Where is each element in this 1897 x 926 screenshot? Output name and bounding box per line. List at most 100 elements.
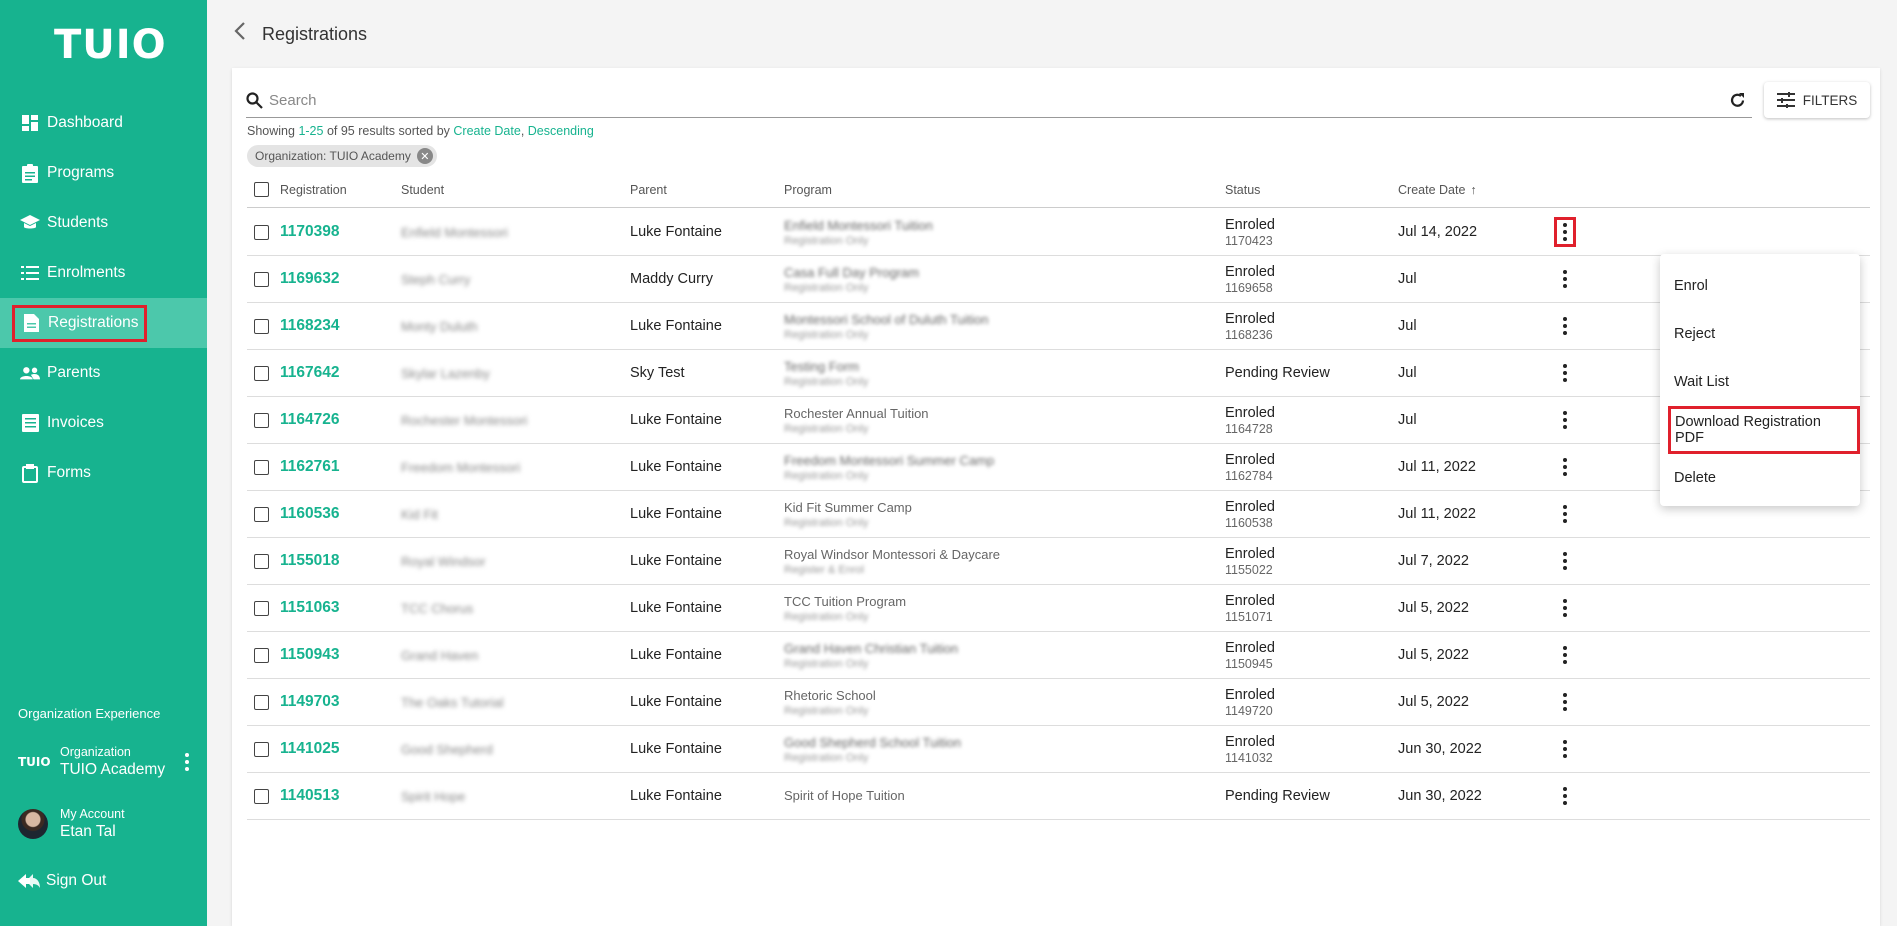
registration-id-link[interactable]: 1167642 (280, 364, 340, 382)
more-vert-icon[interactable] (1563, 411, 1567, 429)
table-row[interactable]: 1140513 Spirit Hope Luke Fontaine Spirit… (247, 773, 1870, 820)
student-name: The Oaks Tutorial (401, 694, 504, 710)
more-vert-icon[interactable] (1563, 740, 1567, 758)
row-checkbox[interactable] (254, 224, 269, 240)
my-account[interactable]: My Account Etan Tal (18, 807, 125, 841)
sidebar-item-parents[interactable]: Parents (0, 348, 207, 398)
status-cell: Enroled 1162784 (1225, 444, 1275, 490)
registration-id-link[interactable]: 1160536 (280, 505, 340, 523)
student-name: Royal Windsor (401, 553, 486, 569)
table-row[interactable]: 1150943 Grand Haven Luke Fontaine Grand … (247, 632, 1870, 679)
graduation-cap-icon (20, 213, 40, 233)
table-row[interactable]: 1170398 Enfield Montessori Luke Fontaine… (247, 209, 1870, 256)
registration-id-link[interactable]: 1168234 (280, 317, 340, 335)
sort-direction-link[interactable]: Descending (528, 124, 594, 138)
table-row[interactable]: 1141025 Good Shepherd Luke Fontaine Good… (247, 726, 1870, 773)
menu-item-wait-list[interactable]: Wait List (1660, 358, 1860, 406)
status-id: 1168236 (1225, 327, 1273, 342)
row-checkbox[interactable] (254, 506, 269, 522)
sidebar-item-students[interactable]: Students (0, 198, 207, 248)
back-arrow-icon[interactable] (234, 22, 246, 46)
sidebar-item-registrations[interactable]: Registrations (0, 298, 207, 348)
menu-item-delete[interactable]: Delete (1660, 454, 1860, 502)
registration-id-link[interactable]: 1170398 (280, 223, 340, 241)
create-date: Jun 30, 2022 (1398, 788, 1482, 804)
registration-id-link[interactable]: 1140513 (280, 787, 340, 805)
row-checkbox[interactable] (254, 600, 269, 616)
registration-id-link[interactable]: 1149703 (280, 693, 340, 711)
sidebar-nav: Dashboard Programs Students Enrolments R… (0, 98, 207, 498)
filters-button[interactable]: FILTERS (1764, 82, 1870, 118)
sort-field-link[interactable]: Create Date (453, 124, 520, 138)
col-program[interactable]: Program (784, 172, 832, 207)
menu-item-enrol[interactable]: Enrol (1660, 262, 1860, 310)
sidebar-item-label: Students (47, 214, 109, 231)
registration-id-link[interactable]: 1150943 (280, 646, 340, 664)
close-icon[interactable]: ✕ (416, 148, 433, 164)
sidebar-item-invoices[interactable]: Invoices (0, 398, 207, 448)
registration-id-link[interactable]: 1155018 (280, 552, 340, 570)
row-checkbox[interactable] (254, 741, 269, 757)
table-row[interactable]: 1167642 Skylar Lazenby Sky Test Testing … (247, 350, 1870, 397)
registration-id-link[interactable]: 1141025 (280, 740, 340, 758)
row-checkbox[interactable] (254, 553, 269, 569)
more-vert-icon[interactable] (1554, 217, 1576, 247)
more-vert-icon[interactable] (1563, 458, 1567, 476)
more-vert-icon[interactable] (1563, 270, 1567, 288)
more-vert-icon[interactable] (1563, 787, 1567, 805)
registration-id-link[interactable]: 1169632 (280, 270, 340, 288)
table-row[interactable]: 1160536 Kid Fit Luke Fontaine Kid Fit Su… (247, 491, 1870, 538)
sidebar-item-enrolments[interactable]: Enrolments (0, 248, 207, 298)
invoice-icon (20, 413, 40, 433)
table-row[interactable]: 1169632 Steph Curry Maddy Curry Casa Ful… (247, 256, 1870, 303)
col-registration[interactable]: Registration (280, 172, 347, 207)
create-date: Jun 30, 2022 (1398, 741, 1482, 757)
col-create-date[interactable]: Create Date ↑ (1398, 172, 1477, 207)
sidebar-item-dashboard[interactable]: Dashboard (0, 98, 207, 148)
menu-item-reject[interactable]: Reject (1660, 310, 1860, 358)
org-switcher[interactable]: TUIO Organization TUIO Academy (18, 745, 193, 779)
row-checkbox[interactable] (254, 271, 269, 287)
tuio-logo[interactable]: TUIO (54, 22, 167, 68)
more-vert-icon[interactable] (1563, 364, 1567, 382)
program-cell: Royal Windsor Montessori & Daycare Regis… (784, 538, 1000, 584)
registration-id-link[interactable]: 1151063 (280, 599, 340, 617)
parent-name: Sky Test (630, 365, 685, 381)
more-vert-icon[interactable] (1563, 599, 1567, 617)
table-row[interactable]: 1164726 Rochester Montessori Luke Fontai… (247, 397, 1870, 444)
more-vert-icon[interactable] (1563, 317, 1567, 335)
more-vert-icon[interactable] (1563, 505, 1567, 523)
create-date: Jul (1398, 365, 1417, 381)
list-icon (20, 263, 40, 283)
registrations-card: FILTERS Showing 1-25 of 95 results sorte… (232, 68, 1880, 926)
search-input[interactable] (269, 92, 1669, 109)
row-checkbox[interactable] (254, 459, 269, 475)
sidebar-item-label: Registrations (48, 314, 139, 331)
table-row[interactable]: 1151063 TCC Chorus Luke Fontaine TCC Tui… (247, 585, 1870, 632)
table-row[interactable]: 1168234 Monty Duluth Luke Fontaine Monte… (247, 303, 1870, 350)
registration-id-link[interactable]: 1162761 (280, 458, 340, 476)
org-more-icon[interactable] (181, 749, 193, 775)
row-checkbox[interactable] (254, 412, 269, 428)
more-vert-icon[interactable] (1563, 552, 1567, 570)
col-parent[interactable]: Parent (630, 172, 667, 207)
row-checkbox[interactable] (254, 694, 269, 710)
table-row[interactable]: 1149703 The Oaks Tutorial Luke Fontaine … (247, 679, 1870, 726)
more-vert-icon[interactable] (1563, 693, 1567, 711)
sidebar-item-forms[interactable]: Forms (0, 448, 207, 498)
row-checkbox[interactable] (254, 365, 269, 381)
registration-id-link[interactable]: 1164726 (280, 411, 340, 429)
row-checkbox[interactable] (254, 318, 269, 334)
refresh-icon[interactable] (1729, 92, 1746, 109)
more-vert-icon[interactable] (1563, 646, 1567, 664)
row-checkbox[interactable] (254, 647, 269, 663)
row-checkbox[interactable] (254, 788, 269, 804)
sidebar-item-programs[interactable]: Programs (0, 148, 207, 198)
select-all-checkbox[interactable] (254, 182, 269, 197)
table-row[interactable]: 1155018 Royal Windsor Luke Fontaine Roya… (247, 538, 1870, 585)
col-student[interactable]: Student (401, 172, 444, 207)
menu-item-download-registration-pdf[interactable]: Download Registration PDF (1660, 406, 1860, 454)
col-status[interactable]: Status (1225, 172, 1260, 207)
table-row[interactable]: 1162761 Freedom Montessori Luke Fontaine… (247, 444, 1870, 491)
sign-out-button[interactable]: Sign Out (18, 872, 106, 890)
